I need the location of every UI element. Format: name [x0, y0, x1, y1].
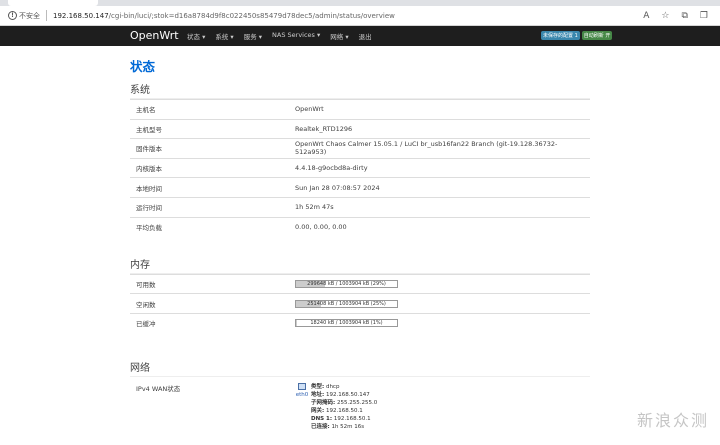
- nav-nas-services[interactable]: NAS Services ▾: [272, 31, 320, 41]
- collections-icon[interactable]: ⧉: [681, 11, 687, 21]
- url-path: /cgi-bin/luci/;stok=d16a8784d9f8c022450s…: [108, 11, 395, 20]
- row-key: 本地时间: [130, 177, 289, 198]
- nav-status[interactable]: 状态 ▾: [187, 31, 205, 41]
- detail-label: DNS 1:: [311, 415, 333, 422]
- row-key: 主机名: [130, 99, 289, 120]
- row-key: 可用数: [130, 273, 289, 294]
- row-key: 空闲数: [130, 293, 289, 314]
- table-row: 空闲数 251408 kB / 1003904 kB (25%): [130, 293, 590, 314]
- network-section-title: 网络: [130, 359, 590, 377]
- wan-status: IPv4 WAN状态 eth0 类型: dhcp 地址: 192.168.50.…: [130, 382, 590, 431]
- detail-value: 192.168.50.1: [325, 407, 363, 414]
- table-row: 固件版本 OpenWrt Chaos Calmer 15.05.1 / LuCI …: [130, 138, 590, 159]
- wan-label: IPv4 WAN状态: [136, 384, 181, 393]
- openwrt-header: OpenWrt 状态 ▾ 系统 ▾ 服务 ▾ NAS Services ▾ 网络…: [0, 26, 720, 46]
- row-value: OpenWrt: [289, 99, 590, 120]
- favorite-icon[interactable]: ☆: [661, 11, 669, 21]
- security-label: 不安全: [19, 11, 40, 20]
- security-indicator[interactable]: ! 不安全: [8, 11, 40, 21]
- memory-bar-cell: 299648 kB / 1003904 kB (29%): [289, 273, 590, 294]
- detail-value: 255.255.255.0: [336, 399, 378, 406]
- memory-section-title: 内存: [130, 256, 590, 274]
- detail-line: 子网掩码: 255.255.255.0: [311, 399, 377, 407]
- interface-name: eth0: [295, 391, 309, 398]
- interface-block: eth0: [295, 382, 309, 431]
- table-row: 已缓冲 18240 kB / 1003904 kB (1%): [130, 312, 590, 333]
- row-key: 平均负载: [130, 216, 289, 237]
- warning-icon: !: [8, 11, 17, 20]
- table-row: 主机型号 Realtek_RTD1296: [130, 118, 590, 139]
- memory-bar-cell: 251408 kB / 1003904 kB (25%): [289, 293, 590, 314]
- system-table: 主机名 OpenWrt 主机型号 Realtek_RTD1296 固件版本 OpenW…: [130, 99, 590, 237]
- detail-value: 1h 52m 16s: [331, 423, 365, 430]
- url-text[interactable]: 192.168.50.147/cgi-bin/luci/;stok=d16a87…: [53, 12, 395, 20]
- memory-available-bar: 299648 kB / 1003904 kB (29%): [295, 279, 398, 288]
- header-badges: 未保存的配置 1 自动刷新 开: [541, 31, 613, 40]
- detail-label: 子网掩码:: [311, 399, 336, 406]
- memory-bar-cell: 18240 kB / 1003904 kB (1%): [289, 312, 590, 333]
- nav-system[interactable]: 系统 ▾: [215, 31, 233, 41]
- table-row: 运行时间 1h 52m 47s: [130, 196, 590, 218]
- table-row: 内核版本 4.4.18-g9ocbd8a-dirty: [130, 157, 590, 178]
- detail-label: 已连接:: [311, 423, 330, 430]
- table-row: 本地时间 Sun Jan 28 07:08:57 2024: [130, 177, 590, 198]
- browser-tools: A ☆ ⧉ ❐: [643, 11, 708, 21]
- main-nav: 状态 ▾ 系统 ▾ 服务 ▾ NAS Services ▾ 网络 ▾ 退出: [187, 31, 372, 41]
- memory-table: 可用数 299648 kB / 1003904 kB (29%) 空闲数 251…: [130, 273, 590, 333]
- bar-text: 251408 kB / 1003904 kB (25%): [307, 300, 386, 307]
- auto-refresh-badge[interactable]: 自动刷新 开: [581, 31, 613, 40]
- table-row: 主机名 OpenWrt: [130, 99, 590, 120]
- row-key: 内核版本: [130, 157, 289, 178]
- watermark-logo: 新浪众测: [636, 411, 709, 430]
- unsaved-changes-badge[interactable]: 未保存的配置 1: [541, 31, 580, 40]
- address-bar[interactable]: ! 不安全 192.168.50.147/cgi-bin/luci/;stok=…: [0, 6, 720, 26]
- row-key: 已缓冲: [130, 312, 289, 333]
- bar-text: 18240 kB / 1003904 kB (1%): [310, 320, 383, 327]
- row-key: 固件版本: [130, 138, 289, 159]
- row-value: OpenWrt Chaos Calmer 15.05.1 / LuCI br_u…: [289, 138, 590, 159]
- row-value: Realtek_RTD1296: [289, 118, 590, 139]
- bar-text: 299648 kB / 1003904 kB (29%): [307, 280, 386, 287]
- detail-label: 类型:: [311, 383, 325, 390]
- nav-logout[interactable]: 退出: [359, 31, 372, 41]
- wan-details: 类型: dhcp 地址: 192.168.50.147 子网掩码: 255.25…: [311, 383, 377, 431]
- row-value: Sun Jan 28 07:08:57 2024: [289, 177, 590, 198]
- memory-buffered-bar: 18240 kB / 1003904 kB (1%): [295, 319, 398, 328]
- main-content: 状态 系统 主机名 OpenWrt 主机型号 Realtek_RTD1296 固件版…: [130, 46, 590, 431]
- memory-free-bar: 251408 kB / 1003904 kB (25%): [295, 299, 398, 308]
- detail-line: 已连接: 1h 52m 16s: [311, 423, 377, 431]
- detail-value: 192.168.50.147: [325, 391, 370, 398]
- detail-line: 地址: 192.168.50.147: [311, 391, 377, 399]
- url-host: 192.168.50.147: [53, 11, 109, 20]
- table-row: 平均负载 0.00, 0.00, 0.00: [130, 216, 590, 237]
- page-title: 状态: [130, 59, 156, 74]
- row-key: 运行时间: [130, 196, 289, 218]
- network-interface-icon: [298, 382, 306, 390]
- brand-logo[interactable]: OpenWrt: [130, 29, 179, 42]
- detail-line: 类型: dhcp: [311, 383, 377, 391]
- detail-line: 网关: 192.168.50.1: [311, 407, 377, 415]
- detail-value: 192.168.50.1: [333, 415, 371, 422]
- system-section-title: 系统: [130, 81, 590, 99]
- address-separator: [46, 10, 47, 21]
- extensions-icon[interactable]: ❐: [700, 11, 708, 21]
- row-value: 4.4.18-g9ocbd8a-dirty: [289, 157, 590, 178]
- row-value: 1h 52m 47s: [289, 196, 590, 218]
- row-value: 0.00, 0.00, 0.00: [289, 216, 590, 237]
- row-key: 主机型号: [130, 118, 289, 139]
- detail-label: 地址:: [311, 391, 325, 398]
- nav-services[interactable]: 服务 ▾: [244, 31, 262, 41]
- nav-network[interactable]: 网络 ▾: [330, 31, 348, 41]
- detail-value: dhcp: [325, 383, 340, 390]
- detail-label: 网关:: [311, 407, 325, 414]
- table-row: 可用数 299648 kB / 1003904 kB (29%): [130, 273, 590, 294]
- detail-line: DNS 1: 192.168.50.1: [311, 415, 377, 423]
- reader-icon[interactable]: A: [643, 11, 649, 21]
